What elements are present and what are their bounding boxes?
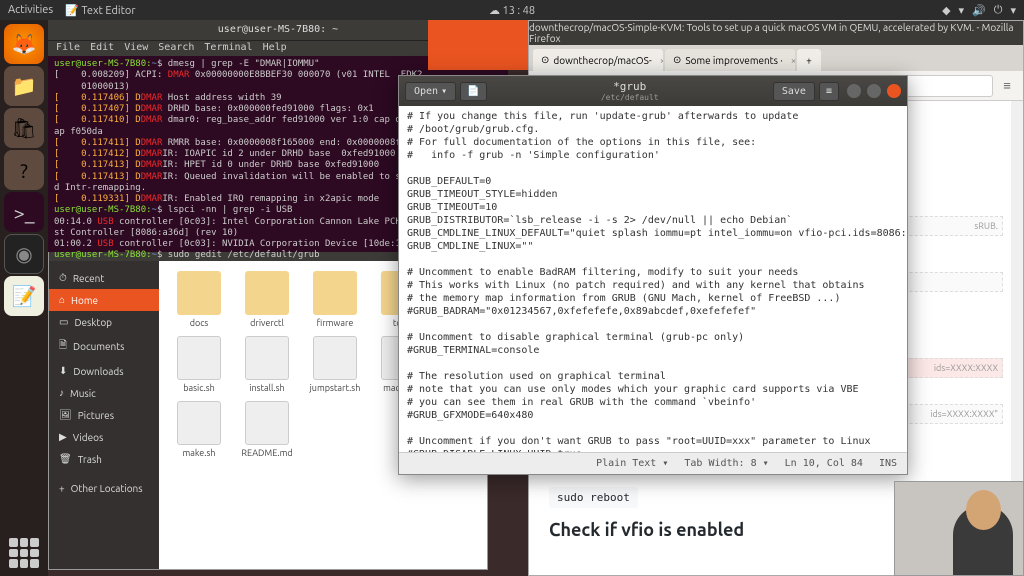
close-button[interactable]: [887, 84, 901, 98]
sidebar-item-recent[interactable]: ⏱Recent: [49, 267, 159, 289]
doc-icon: [245, 336, 289, 380]
file-item[interactable]: README.md: [237, 401, 297, 458]
sidebar-item-other[interactable]: +Other Locations: [49, 478, 159, 499]
sidebar-item-trash[interactable]: 🗑Trash: [49, 448, 159, 470]
doc-icon: [177, 336, 221, 380]
chevron-down-icon: ▾: [441, 86, 447, 97]
close-icon[interactable]: ×: [660, 55, 663, 66]
activities-button[interactable]: Activities: [8, 4, 53, 17]
show-apps-icon[interactable]: [9, 538, 39, 568]
language-selector[interactable]: Plain Text ▾: [596, 458, 668, 469]
file-item[interactable]: jumpstart.sh: [305, 336, 365, 393]
obs-launcher-icon[interactable]: ◉: [4, 234, 44, 274]
gedit-headerbar[interactable]: Open ▾ 📄 *grub/etc/default Save ≡: [399, 76, 907, 106]
firefox-tabstrip: ⊙downthecrop/macOS-× ⊙Some improvements …: [529, 45, 1023, 71]
sidebar-item-downloads[interactable]: ⬇Downloads: [49, 360, 159, 382]
volume-icon[interactable]: 🔊: [972, 4, 986, 17]
tab-width-selector[interactable]: Tab Width: 8 ▾: [684, 458, 768, 469]
sidebar-item-desktop[interactable]: ▭Desktop: [49, 311, 159, 333]
files-sidebar: ⏱Recent ⌂Home ▭Desktop 🗎Documents ⬇Downl…: [49, 261, 159, 569]
sidebar-item-documents[interactable]: 🗎Documents: [49, 333, 159, 360]
insert-mode[interactable]: INS: [879, 458, 897, 469]
help-launcher-icon[interactable]: ?: [4, 150, 44, 190]
menu-view[interactable]: View: [124, 42, 148, 55]
file-item[interactable]: install.sh: [237, 336, 297, 393]
firefox-launcher-icon[interactable]: 🦊: [4, 24, 44, 64]
caret-icon[interactable]: ▾: [1010, 4, 1016, 17]
gedit-title: *grub/etc/default: [487, 80, 773, 102]
person-head: [966, 490, 1001, 530]
menu-search[interactable]: Search: [158, 42, 194, 55]
doc-icon: [177, 401, 221, 445]
network-icon[interactable]: ▾: [959, 4, 965, 17]
gedit-statusbar: Plain Text ▾ Tab Width: 8 ▾ Ln 10, Col 8…: [399, 452, 907, 474]
gedit-launcher-icon[interactable]: 📝: [4, 276, 44, 316]
firefox-tab-1[interactable]: ⊙downthecrop/macOS-×: [533, 49, 663, 71]
file-item[interactable]: docs: [169, 271, 229, 328]
menu-edit[interactable]: Edit: [90, 42, 114, 55]
current-app[interactable]: 📝 Text Editor: [65, 4, 135, 17]
minimize-button[interactable]: [847, 84, 861, 98]
desktop: user@user-MS-7B80: ⏱Recent ⌂Home ▭Deskto…: [48, 20, 1024, 576]
webcam-overlay: [894, 481, 1024, 576]
file-item[interactable]: firmware: [305, 271, 365, 328]
file-item[interactable]: driverctl: [237, 271, 297, 328]
file-item[interactable]: basic.sh: [169, 336, 229, 393]
menu-button[interactable]: ≡: [997, 76, 1017, 96]
gedit-text-area[interactable]: # If you change this file, run 'update-g…: [399, 106, 907, 452]
save-button[interactable]: Save: [773, 82, 815, 101]
doc-icon: [245, 401, 289, 445]
firefox-titlebar[interactable]: downthecrop/macOS-Simple-KVM: Tools to s…: [529, 21, 1023, 45]
sidebar-item-videos[interactable]: ▶Videos: [49, 426, 159, 448]
terminal-launcher-icon[interactable]: >_: [4, 192, 44, 232]
close-icon[interactable]: ×: [791, 55, 795, 66]
maximize-button[interactable]: [867, 84, 881, 98]
system-tray[interactable]: ◆ ▾ 🔊 ⏻ ▾: [942, 4, 1016, 17]
menu-terminal[interactable]: Terminal: [204, 42, 252, 55]
sidebar-item-music[interactable]: ♪Music: [49, 382, 159, 404]
hamburger-button[interactable]: ≡: [819, 82, 839, 101]
gnome-topbar: Activities 📝 Text Editor ☁ 13 : 48 ◆ ▾ 🔊…: [0, 0, 1024, 20]
software-launcher-icon[interactable]: 🛍: [4, 108, 44, 148]
menu-help[interactable]: Help: [263, 42, 287, 55]
open-button[interactable]: Open ▾: [405, 82, 456, 101]
folder-icon: [245, 271, 289, 315]
gedit-window: Open ▾ 📄 *grub/etc/default Save ≡ # If y…: [398, 75, 908, 475]
launcher-dock: 🦊 📁 🛍 ? >_ ◉ 📝: [0, 20, 48, 576]
menu-file[interactable]: File: [56, 42, 80, 55]
file-item[interactable]: make.sh: [169, 401, 229, 458]
firefox-tab-2[interactable]: ⊙Some improvements ·×: [665, 49, 795, 71]
sidebar-item-home[interactable]: ⌂Home: [49, 289, 159, 311]
orange-window-fragment: [428, 20, 528, 70]
folder-icon: [313, 271, 357, 315]
power-icon[interactable]: ⏻: [994, 4, 1003, 17]
firefox-newtab[interactable]: +: [797, 49, 821, 71]
doc-icon: [313, 336, 357, 380]
files-launcher-icon[interactable]: 📁: [4, 66, 44, 106]
new-doc-button[interactable]: 📄: [460, 82, 486, 101]
github-icon: ⊙: [541, 54, 549, 66]
sidebar-item-pictures[interactable]: 🖼Pictures: [49, 404, 159, 426]
folder-icon: [177, 271, 221, 315]
code-block: sudo reboot: [549, 487, 638, 508]
cursor-position: Ln 10, Col 84: [785, 458, 863, 469]
clock[interactable]: ☁ 13 : 48: [489, 4, 535, 17]
dropbox-icon[interactable]: ◆: [942, 4, 950, 17]
